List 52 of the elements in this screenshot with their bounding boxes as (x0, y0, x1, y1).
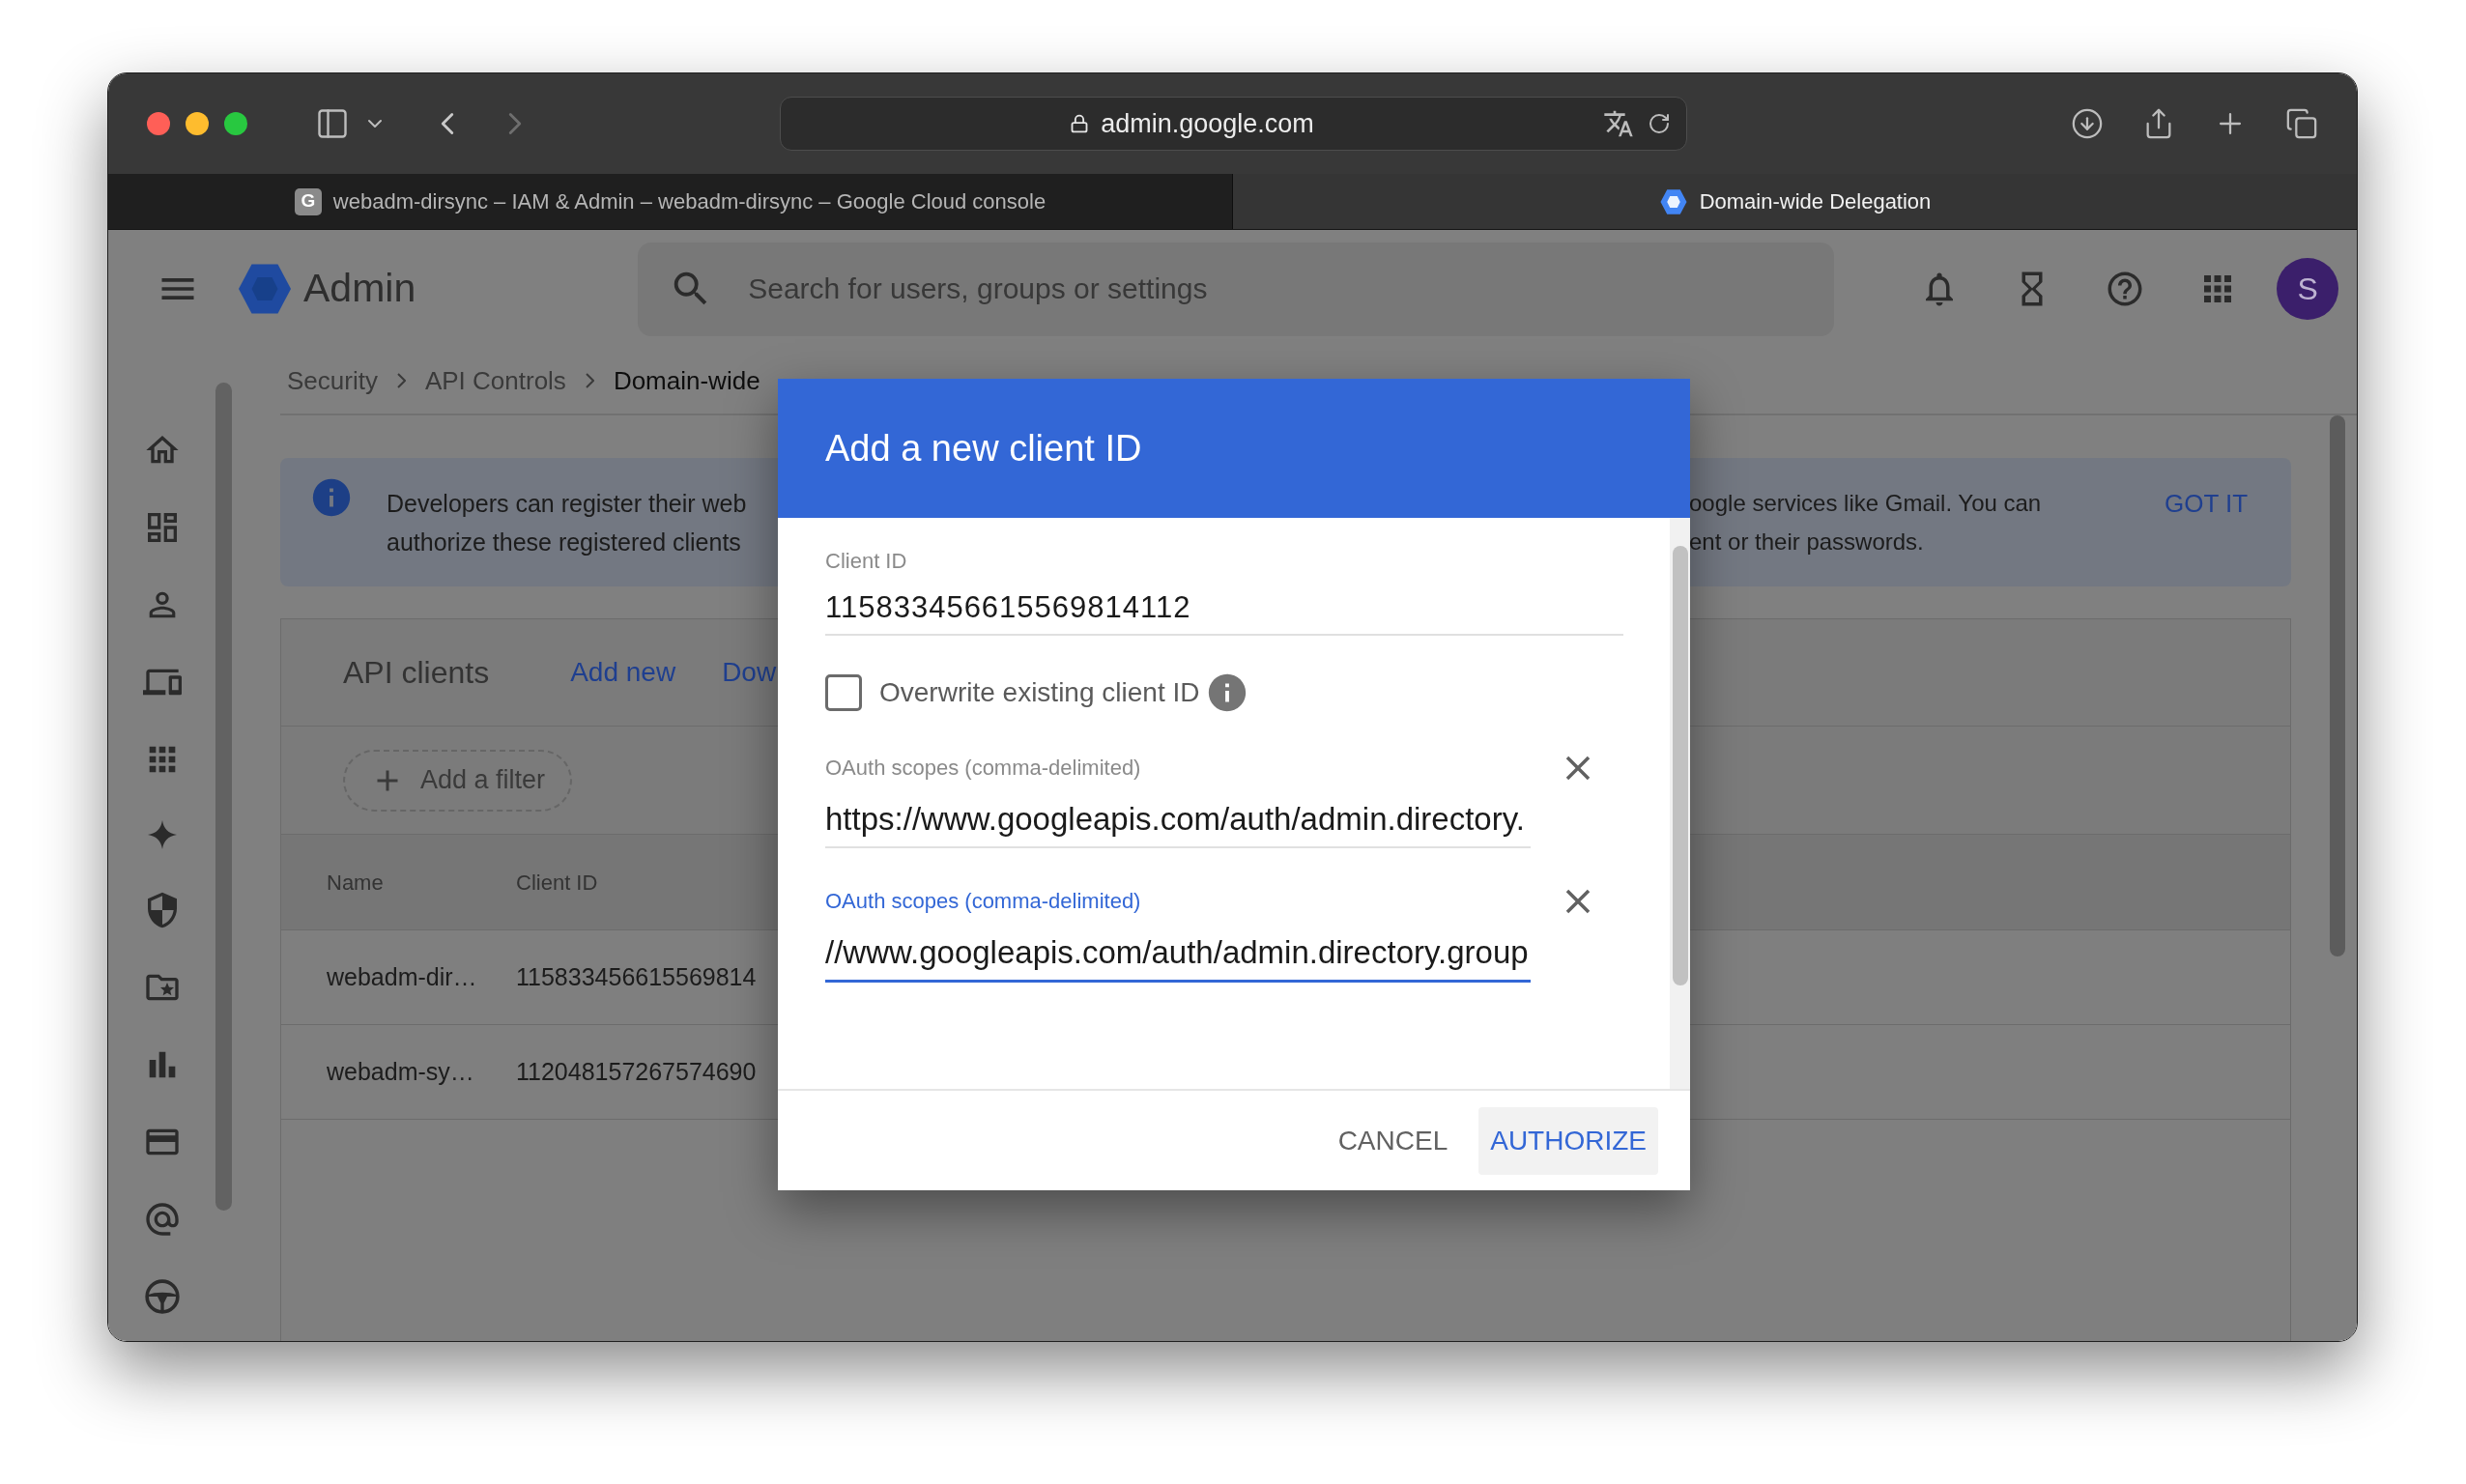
dialog-title: Add a new client ID (825, 426, 1142, 471)
scrollbar[interactable] (1672, 546, 1688, 985)
dialog-button[interactable]: AUTHORIZE (1478, 1106, 1658, 1175)
scope-field[interactable]: OAuth scopes (comma-delimited) https://www.googleapis.com/auth/admin.directory. (825, 756, 1531, 848)
scope-field[interactable]: OAuth scopes (comma-delimited) //www.googleapis.com/auth/admin.directory.group (825, 889, 1531, 983)
tab-title: Domain-wide Delegation (1699, 188, 1932, 215)
field-label: Client ID (825, 549, 908, 574)
field-label: OAuth scopes (comma-delimited) (825, 756, 1142, 781)
address-bar[interactable]: admin.google.com (780, 97, 1687, 151)
table-cell-text: webadm-dir… (327, 961, 478, 992)
minimize-window-button[interactable] (186, 112, 209, 135)
tab-overview-icon[interactable] (2285, 107, 2318, 140)
scrollbar[interactable] (215, 383, 232, 1211)
reload-icon[interactable] (1648, 112, 1671, 135)
zoom-window-button[interactable] (224, 112, 247, 135)
lock-icon (1070, 114, 1090, 133)
dialog-button[interactable]: CANCEL (1326, 1106, 1460, 1175)
close-window-button[interactable] (147, 112, 170, 135)
client-id-field[interactable]: Client ID 115833456615569814112 (825, 549, 1623, 636)
checkbox-label: Overwrite existing client ID (879, 676, 1200, 709)
browser-tab[interactable]: Domain-wide Delegation (1233, 174, 2357, 229)
table-cell-text: 112048157267574690 (516, 1056, 757, 1087)
sidebar-icon[interactable] (315, 106, 350, 141)
banner-text: oogle services like Gmail. You can (1689, 488, 2043, 518)
download-icon[interactable] (2071, 107, 2104, 140)
field-value: https://www.googleapis.com/auth/admin.directory. (825, 800, 1526, 839)
steering-wheel-icon[interactable] (142, 1277, 182, 1316)
chevron-right-icon (396, 373, 406, 388)
avatar[interactable]: S (2277, 258, 2339, 320)
tab-title: webadm-dirsync – IAM & Admin – webadm-dirsync – Google Cloud console (332, 188, 1047, 215)
field-value: 115833456615569814112 (825, 589, 1192, 626)
field-value: //www.googleapis.com/auth/admin.directory.group (825, 933, 1530, 972)
banner-text: ent or their passwords. (1689, 527, 1925, 556)
admin-logo-icon (1658, 186, 1688, 216)
column-header: Name (327, 869, 385, 897)
checkbox[interactable] (825, 674, 862, 711)
browser-tab[interactable]: G webadm-dirsync – IAM & Admin – webadm-dirsync – Google Cloud console (108, 174, 1233, 229)
url-text: admin.google.com (1101, 107, 1314, 140)
table-cell-text: 115833456615569814 (516, 961, 757, 992)
product-name: Admin (303, 265, 416, 313)
chevron-right-icon (585, 373, 594, 388)
column-header: Client ID (516, 869, 598, 897)
breadcrumb-item: Domain-wide (613, 364, 760, 397)
banner-text: Developers can register their web (387, 488, 748, 519)
card-title: API clients (343, 654, 490, 692)
tab-favicon: G (294, 187, 322, 215)
field-label: OAuth scopes (comma-delimited) (825, 889, 1142, 914)
table-cell-text: webadm-sy… (327, 1056, 475, 1087)
scrollbar[interactable] (2330, 415, 2345, 956)
translate-icon[interactable] (1603, 108, 1634, 139)
search-field[interactable]: Search for users, groups or settings (638, 242, 1835, 336)
banner-text: authorize these registered clients (387, 527, 742, 557)
